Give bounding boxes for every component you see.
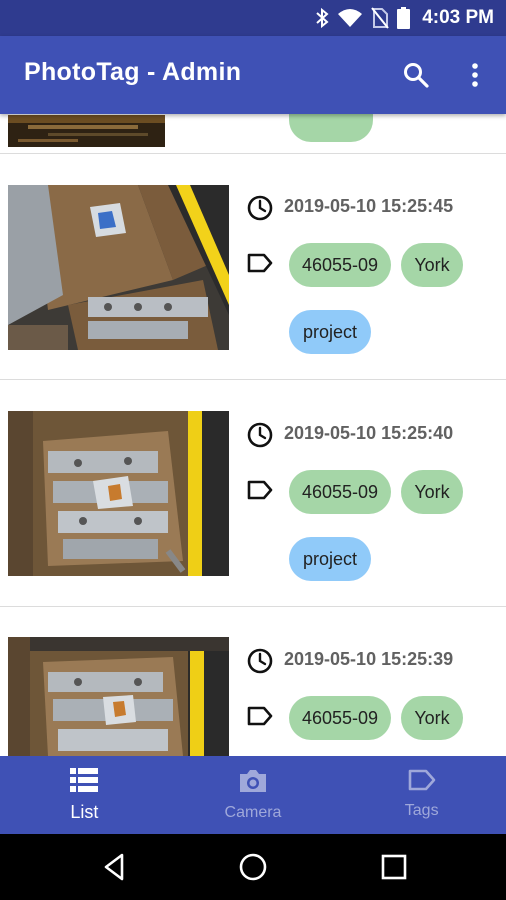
nav-label: Camera — [224, 804, 282, 821]
photo-timestamp: 2019-05-10 15:25:45 — [284, 196, 454, 216]
app-bar: PhotoTag - Admin — [0, 36, 506, 114]
photo-thumbnail[interactable] — [8, 115, 165, 147]
more-options-button[interactable] — [460, 60, 490, 90]
tag-chip[interactable]: project — [289, 537, 371, 581]
photo-timestamp: 2019-05-10 15:25:39 — [284, 649, 454, 669]
clock-icon — [247, 422, 273, 448]
tag-chip[interactable]: 46055-09 — [289, 243, 391, 287]
photo-thumbnail[interactable] — [8, 637, 229, 756]
nav-item-list[interactable]: List — [0, 756, 169, 834]
list-item[interactable]: 2019-05-10 15:25:45 46055-09 York projec… — [0, 154, 506, 380]
tag-chip[interactable]: York — [401, 696, 463, 740]
list-item[interactable]: 2019-05-10 15:25:40 46055-09 York projec… — [0, 381, 506, 607]
photo-thumbnail[interactable] — [8, 185, 229, 350]
status-time: 4:03 PM — [422, 7, 494, 28]
label-icon — [408, 769, 435, 791]
search-icon — [404, 63, 429, 88]
status-icons: 4:03 PM — [315, 6, 494, 30]
back-icon[interactable] — [98, 850, 132, 884]
nav-item-camera[interactable]: Camera — [169, 756, 338, 834]
system-navigation-bar — [0, 834, 506, 900]
list-icon — [70, 768, 99, 792]
battery-icon — [397, 7, 411, 29]
tag-chip[interactable] — [289, 114, 373, 142]
more-vert-icon — [472, 63, 478, 87]
label-icon — [247, 253, 273, 273]
app-title: PhotoTag - Admin — [24, 58, 242, 86]
nav-label: List — [70, 802, 99, 822]
search-button[interactable] — [401, 60, 431, 90]
photo-list[interactable]: 2019-05-10 15:25:45 46055-09 York projec… — [0, 114, 506, 756]
list-item-partial[interactable] — [0, 114, 506, 154]
label-icon — [247, 480, 273, 500]
bottom-navigation: List Camera Tags — [0, 756, 506, 834]
camera-icon — [240, 770, 266, 792]
list-item[interactable]: 2019-05-10 15:25:39 46055-09 York — [0, 607, 506, 756]
nav-label: Tags — [404, 802, 439, 819]
tag-chip[interactable]: York — [401, 243, 463, 287]
tag-chip[interactable]: project — [289, 310, 371, 354]
recents-icon[interactable] — [377, 850, 411, 884]
wifi-icon — [338, 9, 363, 27]
tag-chip[interactable]: York — [401, 470, 463, 514]
photo-timestamp: 2019-05-10 15:25:40 — [284, 423, 454, 443]
no-sim-icon — [371, 7, 389, 29]
home-icon[interactable] — [236, 850, 270, 884]
label-icon — [247, 706, 273, 726]
tag-chip[interactable]: 46055-09 — [289, 696, 391, 740]
tag-chip[interactable]: 46055-09 — [289, 470, 391, 514]
status-bar: 4:03 PM — [0, 0, 506, 36]
nav-item-tags[interactable]: Tags — [337, 756, 506, 834]
photo-thumbnail[interactable] — [8, 411, 229, 576]
clock-icon — [247, 195, 273, 221]
bluetooth-icon — [316, 7, 329, 29]
clock-icon — [247, 648, 273, 674]
